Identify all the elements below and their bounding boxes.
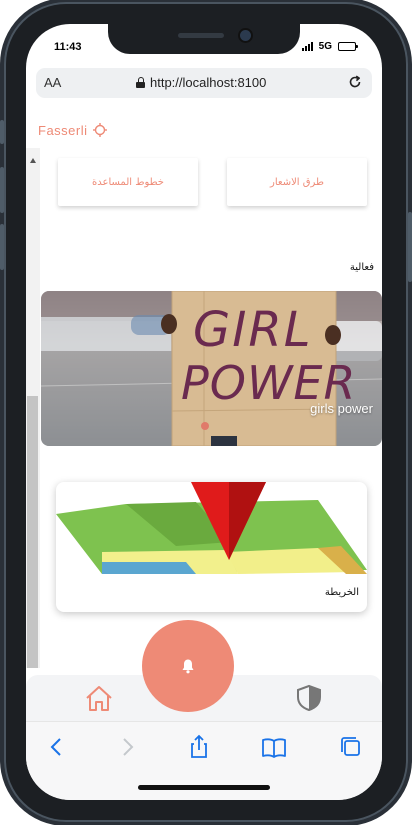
browser-toolbar (26, 721, 382, 800)
url-text: http://localhost:8100 (150, 75, 267, 90)
home-icon[interactable] (84, 684, 114, 712)
shield-icon[interactable] (294, 684, 324, 712)
network-label: 5G (318, 41, 332, 52)
helplines-label: خطوط المساعدة (91, 176, 164, 188)
silent-switch (0, 120, 4, 144)
phone-frame: 11:43 5G AA http://localhost:8100 Fasser… (0, 2, 412, 822)
reload-icon[interactable] (348, 75, 362, 89)
url-display[interactable]: http://localhost:8100 (136, 75, 266, 90)
status-indicators: 5G (301, 41, 358, 52)
notification-methods-label: طرق الاشعار (270, 176, 324, 188)
app-logo[interactable]: Fasserli (38, 123, 88, 138)
power-button (408, 212, 412, 282)
map-label: الخريطة (324, 587, 359, 598)
map-card[interactable]: الخريطة (56, 482, 367, 612)
speaker (178, 33, 224, 38)
screen: 11:43 5G AA http://localhost:8100 Fasser… (26, 24, 382, 800)
notification-methods-card[interactable]: طرق الاشعار (227, 158, 367, 206)
volume-down-button (0, 224, 4, 270)
event-image: GIRL POWER (41, 291, 382, 446)
scrollbar[interactable] (26, 148, 40, 668)
map-illustration (56, 482, 367, 574)
share-icon[interactable] (186, 734, 212, 760)
event-caption: girls power (310, 401, 373, 416)
status-time: 11:43 (54, 41, 82, 53)
home-indicator (138, 785, 270, 790)
volume-up-button (0, 167, 4, 213)
address-bar[interactable]: AA http://localhost:8100 (36, 68, 372, 98)
bookmarks-icon[interactable] (261, 734, 287, 760)
back-icon[interactable] (44, 734, 70, 760)
forward-icon[interactable] (114, 734, 140, 760)
scroll-thumb[interactable] (27, 396, 38, 668)
reader-aa-button[interactable]: AA (44, 75, 61, 90)
event-card[interactable]: GIRL POWER girls power (41, 291, 382, 446)
signal-icon (301, 42, 313, 51)
alert-fab-button[interactable] (142, 620, 234, 712)
helplines-card[interactable]: خطوط المساعدة (58, 158, 198, 206)
app-header: Fasserli (26, 108, 382, 148)
main-content: خطوط المساعدة طرق الاشعار فعالية GIRL PO… (26, 148, 382, 668)
battery-icon (338, 42, 358, 51)
front-camera (240, 30, 251, 41)
bell-icon (182, 659, 194, 674)
lock-icon (136, 77, 145, 88)
sign-line-1: GIRL (193, 302, 312, 358)
tabs-icon[interactable] (338, 734, 364, 760)
activity-section-title: فعالية (349, 262, 374, 273)
notch (108, 24, 300, 54)
crosshair-icon (93, 123, 107, 137)
scroll-up-arrow-icon[interactable] (30, 158, 36, 163)
